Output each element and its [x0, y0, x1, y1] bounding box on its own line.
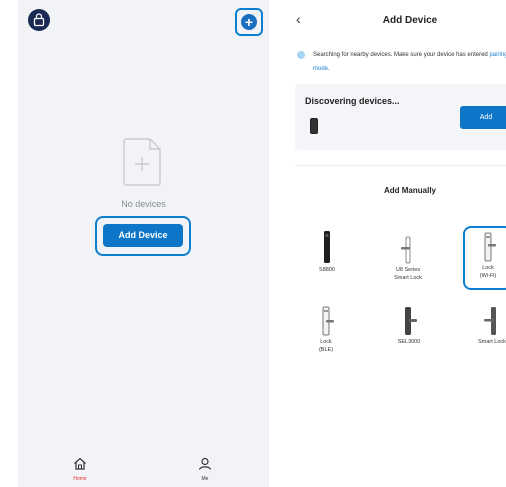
add-device-plus-button[interactable]: +	[235, 8, 263, 36]
back-chevron-icon[interactable]: ‹	[296, 11, 301, 27]
tab-me[interactable]: Me	[185, 457, 225, 482]
add-manually-title: Add Manually	[383, 186, 436, 195]
page-title: Add Device	[382, 15, 438, 26]
tab-home-label: Home	[73, 476, 87, 482]
u8-lock-icon	[401, 236, 411, 264]
empty-state-text: No devices	[121, 199, 166, 209]
device-s8800[interactable]: S8800	[297, 230, 357, 274]
sel3000-lock-icon	[405, 307, 417, 335]
divider	[295, 165, 506, 166]
tab-me-label: Me	[201, 476, 209, 482]
search-instructions: Searching for nearby devices. Make sure …	[313, 52, 506, 72]
lock-icon[interactable]	[28, 9, 50, 31]
phone-icon	[310, 118, 318, 134]
bottom-tab-bar: Home Me	[18, 455, 269, 487]
tab-home[interactable]: Home	[60, 457, 100, 482]
ble-lock-icon	[322, 306, 334, 336]
add-device-button[interactable]: Add Device	[103, 224, 183, 247]
device-lock-wifi[interactable]: Lock (Wi-Fi)	[458, 232, 506, 280]
discover-add-button[interactable]: Add	[460, 106, 506, 129]
empty-document-icon	[122, 137, 164, 192]
home-icon	[74, 457, 86, 470]
device-smart-lock[interactable]: Smart Lock	[462, 306, 506, 346]
wifi-lock-icon	[484, 232, 496, 262]
s8800-lock-icon	[324, 231, 330, 263]
plus-icon: +	[241, 14, 257, 30]
device-u8-series[interactable]: U8 Series Smart Lock	[378, 236, 438, 282]
searching-spinner-icon	[297, 51, 305, 59]
device-lock-ble[interactable]: Lock (BLE)	[296, 306, 356, 354]
discovering-title: Discovering devices...	[305, 96, 400, 106]
smart-lock-icon	[484, 307, 496, 335]
device-sel3000[interactable]: SEL3000	[379, 306, 439, 346]
user-icon	[198, 457, 212, 470]
